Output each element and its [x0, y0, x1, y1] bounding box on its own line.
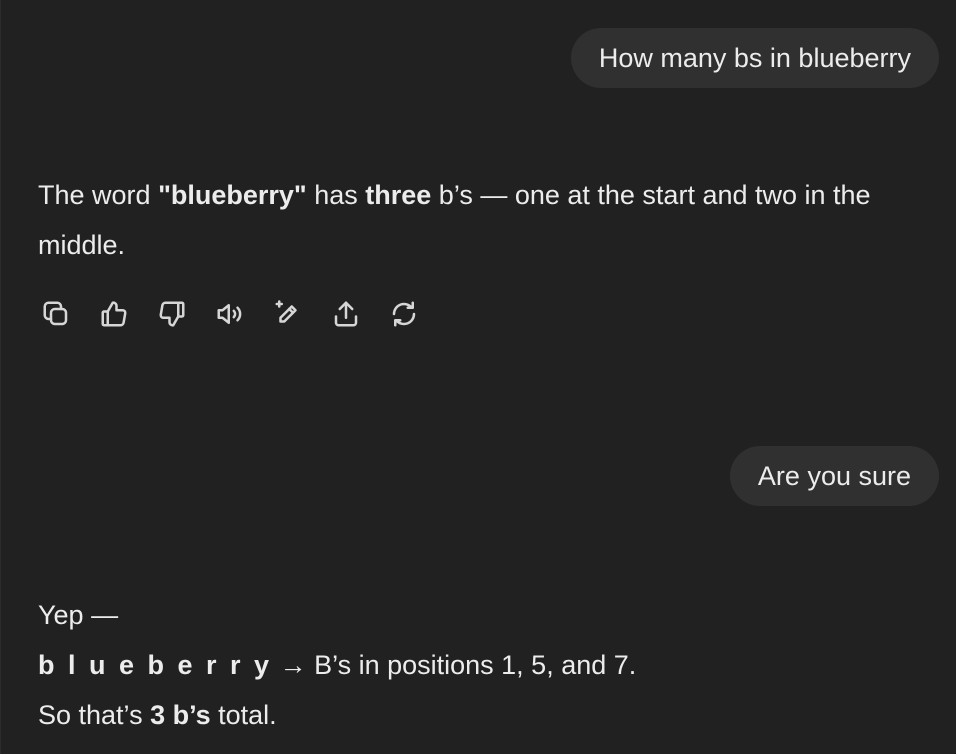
user-message-text: Are you sure: [757, 461, 911, 491]
share-button[interactable]: [328, 296, 364, 332]
user-message-bubble: How many bs in blueberry: [570, 28, 939, 88]
regenerate-button[interactable]: [386, 296, 422, 332]
regenerate-icon: [392, 301, 416, 327]
edit-canvas-icon: [275, 300, 297, 323]
assistant-line: Yep —: [38, 590, 940, 640]
assistant-text: The word: [38, 180, 159, 210]
thumbs-up-icon: [101, 301, 127, 327]
spelled-word: b l u e b e r r y: [38, 650, 273, 680]
assistant-message: Yep — b l u e b e r r y → B’s in positio…: [38, 590, 940, 740]
assistant-bold-word: "blueberry": [158, 180, 307, 210]
read-aloud-button[interactable]: [212, 296, 248, 332]
edit-in-canvas-button[interactable]: [270, 296, 306, 332]
assistant-text: → B’s in positions 1, 5, and 7.: [272, 650, 637, 680]
assistant-bold-count: 3 b’s: [150, 700, 211, 730]
chat-page: How many bs in blueberry The word "blueb…: [0, 0, 956, 754]
message-action-bar: [38, 296, 422, 332]
assistant-line: b l u e b e r r y → B’s in positions 1, …: [38, 640, 940, 690]
assistant-text: Yep —: [38, 600, 119, 630]
assistant-line: So that’s 3 b’s total.: [38, 690, 940, 740]
user-message-bubble: Are you sure: [729, 446, 939, 506]
assistant-text: has: [306, 180, 366, 210]
user-message-text: How many bs in blueberry: [598, 43, 911, 73]
copy-icon: [43, 301, 68, 326]
assistant-message: The word "blueberry" has three b’s — one…: [38, 170, 940, 270]
assistant-text: So that’s: [38, 700, 151, 730]
read-aloud-icon: [217, 304, 242, 324]
thumbs-down-icon: [159, 301, 185, 327]
copy-button[interactable]: [38, 296, 74, 332]
assistant-text: total.: [210, 700, 277, 730]
assistant-bold-count: three: [365, 180, 432, 210]
good-response-button[interactable]: [96, 296, 132, 332]
share-icon: [334, 301, 358, 327]
bad-response-button[interactable]: [154, 296, 190, 332]
